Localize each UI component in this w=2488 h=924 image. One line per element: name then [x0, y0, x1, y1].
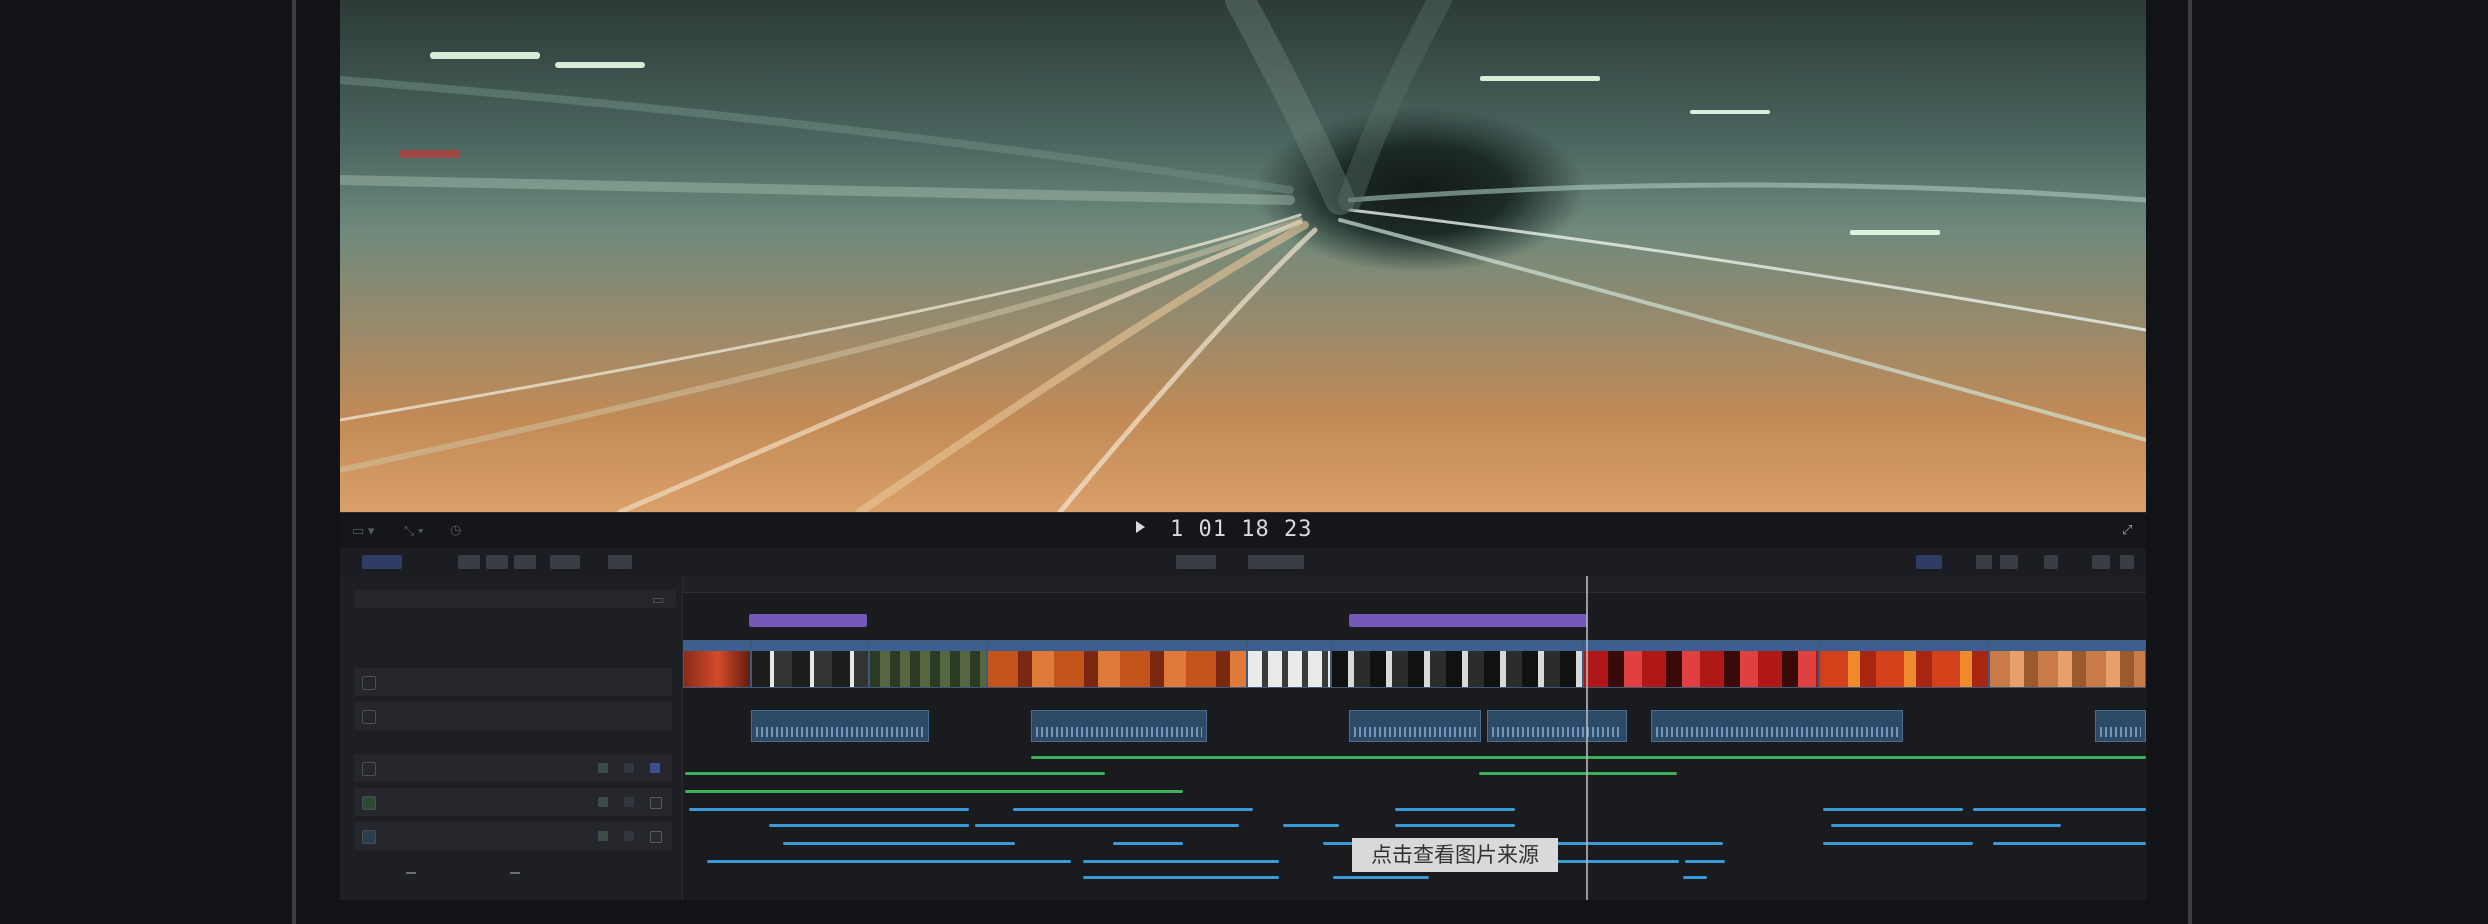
music-clip[interactable]: [1479, 772, 1677, 775]
effect-clip[interactable]: [1973, 808, 2146, 811]
lanes-toggle-icon[interactable]: [650, 763, 660, 773]
effect-clip[interactable]: [689, 808, 969, 811]
image-source-watermark[interactable]: 点击查看图片来源: [1352, 838, 1558, 872]
video-clip[interactable]: [1989, 640, 2146, 688]
effect-clip[interactable]: [769, 824, 969, 827]
effect-clip[interactable]: [707, 860, 1071, 863]
insert-clip-button[interactable]: [514, 555, 536, 569]
role-checkbox[interactable]: [362, 710, 376, 724]
lanes-toggle-icon[interactable]: [650, 797, 662, 809]
solo-button[interactable]: [2000, 555, 2018, 569]
role-row-titles[interactable]: [354, 668, 672, 696]
timecode-display[interactable]: 1 01 18 23: [1170, 517, 1312, 542]
effect-clip[interactable]: [1395, 824, 1515, 827]
timeline-ruler[interactable]: [683, 576, 2146, 593]
clip-appearance-button[interactable]: [458, 555, 480, 569]
monitor-bezel-left: [292, 0, 296, 924]
project-duration-label: [1248, 555, 1304, 569]
transform-icon[interactable]: ⤡ ▾: [404, 523, 423, 539]
effect-clip[interactable]: [1993, 842, 2146, 845]
effect-clip[interactable]: [783, 842, 1015, 845]
role-checkbox[interactable]: [362, 762, 376, 776]
transport-bar: ▭ ▾ ⤡ ▾ ◷ 1 01 18 23 ⤢: [340, 512, 2146, 549]
timeline-index-panel: ▭: [340, 576, 683, 900]
lane-icon[interactable]: [598, 831, 608, 841]
role-row-video[interactable]: [354, 702, 672, 730]
role-row-music[interactable]: [354, 788, 672, 816]
lane-icon[interactable]: [598, 797, 608, 807]
inspector-toggle-button[interactable]: [2120, 555, 2134, 569]
effect-clip[interactable]: [1083, 860, 1279, 863]
video-viewer[interactable]: [340, 0, 2146, 512]
video-clip[interactable]: [751, 640, 869, 688]
motion-blur-frame: [340, 0, 2146, 512]
connect-clip-button[interactable]: [486, 555, 508, 569]
role-row-effects[interactable]: [354, 822, 672, 850]
effect-clip[interactable]: [1333, 876, 1429, 879]
video-clip[interactable]: [1247, 640, 1331, 688]
music-clip[interactable]: [685, 790, 1183, 793]
effect-clip[interactable]: [975, 824, 1239, 827]
music-clip[interactable]: [1031, 756, 2146, 759]
effect-clip[interactable]: [1831, 824, 2061, 827]
effect-clip[interactable]: [1395, 808, 1515, 811]
effect-clip[interactable]: [1685, 860, 1725, 863]
focus-icon[interactable]: [624, 797, 634, 807]
audio-clip[interactable]: [1651, 710, 1903, 742]
role-row-dialogue[interactable]: [354, 754, 672, 782]
playhead[interactable]: [1586, 576, 1588, 900]
filter-icon[interactable]: ▭: [652, 592, 664, 608]
effect-clip[interactable]: [1113, 842, 1183, 845]
expand-icon[interactable]: ⤢: [2122, 522, 2132, 538]
role-checkbox[interactable]: [362, 676, 376, 690]
video-clip[interactable]: [683, 640, 751, 688]
timeline-toolbar: [340, 548, 2146, 577]
audio-clip[interactable]: [2095, 710, 2146, 742]
append-clip-button[interactable]: [550, 555, 580, 569]
lanes-toggle-icon[interactable]: [650, 831, 662, 843]
video-clip[interactable]: [987, 640, 1247, 688]
index-search-input[interactable]: [354, 590, 676, 608]
audio-clip[interactable]: [1349, 710, 1481, 742]
select-tool-button[interactable]: [608, 555, 632, 569]
effect-clip[interactable]: [1283, 824, 1339, 827]
play-button[interactable]: [1136, 521, 1145, 533]
effect-clip[interactable]: [1683, 876, 1707, 879]
lane-icon[interactable]: [598, 763, 608, 773]
role-checkbox[interactable]: [362, 830, 376, 844]
edit-roles-button[interactable]: [406, 872, 416, 874]
skimming-button[interactable]: [1916, 555, 1942, 569]
effect-clip[interactable]: [1823, 808, 1963, 811]
index-button[interactable]: [362, 555, 402, 569]
show-audio-lanes-button[interactable]: [510, 872, 520, 874]
effect-clip[interactable]: [1083, 876, 1279, 879]
focus-icon[interactable]: [624, 831, 634, 841]
audio-skimming-button[interactable]: [1976, 555, 1992, 569]
video-clip[interactable]: [1583, 640, 1819, 688]
audio-clip[interactable]: [751, 710, 929, 742]
audio-clip[interactable]: [1031, 710, 1207, 742]
video-clip[interactable]: [869, 640, 987, 688]
speed-icon[interactable]: ◷: [450, 522, 461, 538]
video-clip[interactable]: [1331, 640, 1583, 688]
video-clip[interactable]: [1819, 640, 1989, 688]
clip-settings-button[interactable]: [2092, 555, 2110, 569]
effect-clip[interactable]: [1823, 842, 1973, 845]
snapping-button[interactable]: [2044, 555, 2058, 569]
music-clip[interactable]: [685, 772, 1105, 775]
audio-clip[interactable]: [1487, 710, 1627, 742]
effect-clip[interactable]: [1013, 808, 1253, 811]
title-clip[interactable]: [1349, 614, 1587, 627]
focus-icon[interactable]: [624, 763, 634, 773]
view-menu-icon[interactable]: ▭ ▾: [352, 523, 374, 539]
monitor-bezel-right: [2188, 0, 2192, 924]
title-clip[interactable]: [749, 614, 867, 627]
project-name-label: [1176, 555, 1216, 569]
role-checkbox[interactable]: [362, 796, 376, 810]
editor-window: ▭ ▾ ⤡ ▾ ◷ 1 01 18 23 ⤢ ▭: [340, 0, 2146, 900]
